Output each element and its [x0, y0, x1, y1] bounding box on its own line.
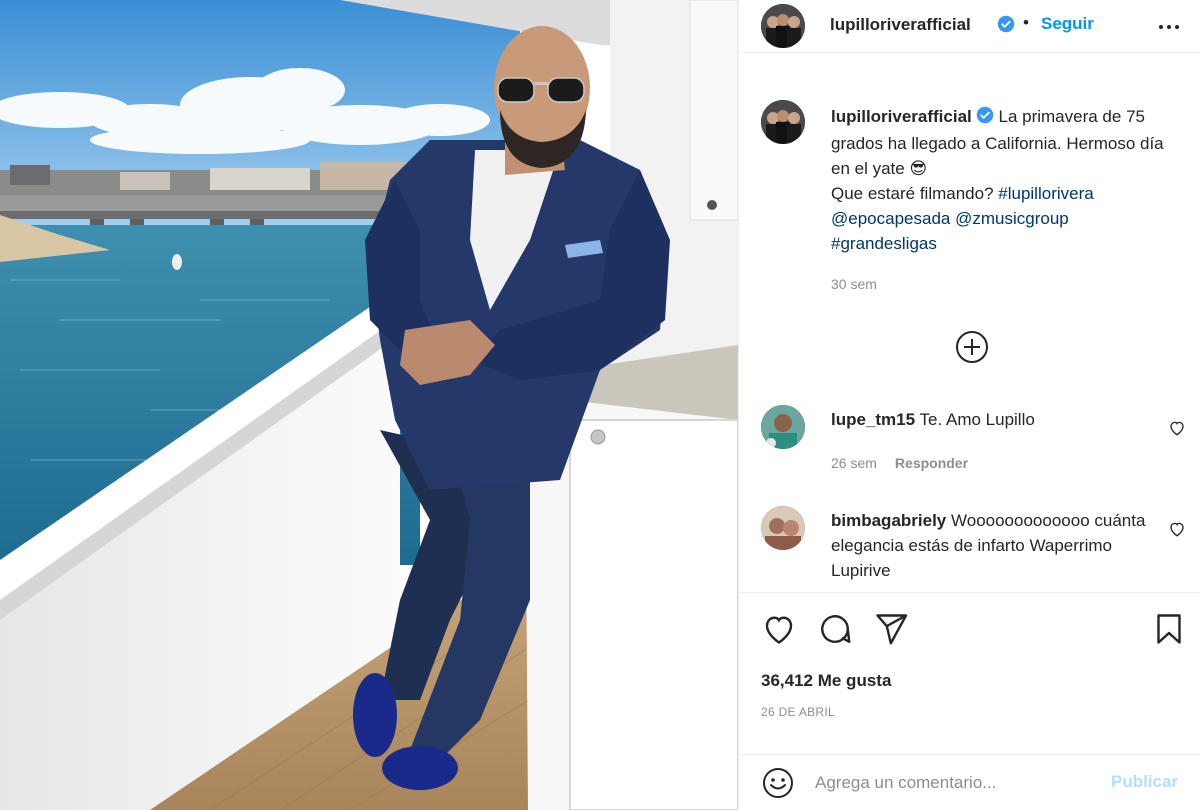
caption-text: lupilloriverafficial La primavera de 75 … [831, 104, 1176, 256]
mention-link[interactable]: @epocapesada [831, 209, 950, 228]
avatar[interactable] [761, 4, 805, 48]
post-date[interactable]: 26 DE ABRIL [761, 705, 835, 719]
caption-timestamp[interactable]: 30 sem [831, 276, 877, 292]
comment-timestamp[interactable]: 26 sem [831, 455, 877, 471]
hashtag-link[interactable]: #grandesligas [831, 234, 937, 253]
mention-link[interactable]: @zmusicgroup [955, 209, 1069, 228]
heart-icon[interactable] [1168, 520, 1186, 538]
comment-username[interactable]: lupe_tm15 [831, 410, 915, 429]
reply-button[interactable]: Responder [895, 455, 968, 471]
more-options-icon[interactable] [1157, 16, 1181, 36]
avatar[interactable] [761, 405, 805, 449]
likes-count[interactable]: 36,412 Me gusta [761, 671, 891, 691]
share-icon[interactable] [873, 611, 909, 647]
comment-body: Te. Amo Lupillo [919, 410, 1035, 429]
comment-input[interactable] [815, 767, 1095, 799]
caption-username[interactable]: lupilloriverafficial [831, 107, 972, 126]
separator-dot: • [1023, 13, 1029, 32]
username[interactable]: lupilloriverafficial [830, 15, 971, 35]
comment-icon[interactable] [817, 611, 853, 647]
post-photo[interactable] [0, 0, 738, 810]
follow-button[interactable]: Seguir [1041, 14, 1094, 34]
comment-text: lupe_tm15 Te. Amo Lupillo [831, 407, 1151, 432]
avatar[interactable] [761, 100, 805, 144]
comment-meta: 26 sem Responder [831, 455, 968, 471]
sunglasses-emoji: 😎 [909, 159, 928, 178]
post-comment-button[interactable]: Publicar [1111, 772, 1178, 792]
emoji-icon[interactable] [761, 766, 795, 800]
comment-username[interactable]: bimbagabriely [831, 511, 946, 530]
add-circle-icon[interactable] [955, 330, 989, 364]
bookmark-icon[interactable] [1151, 611, 1187, 647]
post-detail-panel: lupilloriverafficial • Seguir lupilloriv… [738, 0, 1200, 810]
caption-body-2: Que estaré filmando? [831, 184, 999, 203]
post-header: lupilloriverafficial • Seguir [739, 0, 1200, 53]
verified-badge-icon [976, 106, 994, 131]
hashtag-link[interactable]: #lupillorivera [998, 184, 1093, 203]
avatar[interactable] [761, 506, 805, 550]
yacht-portrait-image [0, 0, 738, 810]
verified-badge-icon [997, 15, 1015, 38]
comment-text: bimbagabriely Wooooooooooooo cuánta eleg… [831, 508, 1151, 583]
heart-icon[interactable] [1168, 419, 1186, 437]
heart-icon[interactable] [761, 611, 797, 647]
add-comment-form: Publicar [739, 754, 1200, 810]
